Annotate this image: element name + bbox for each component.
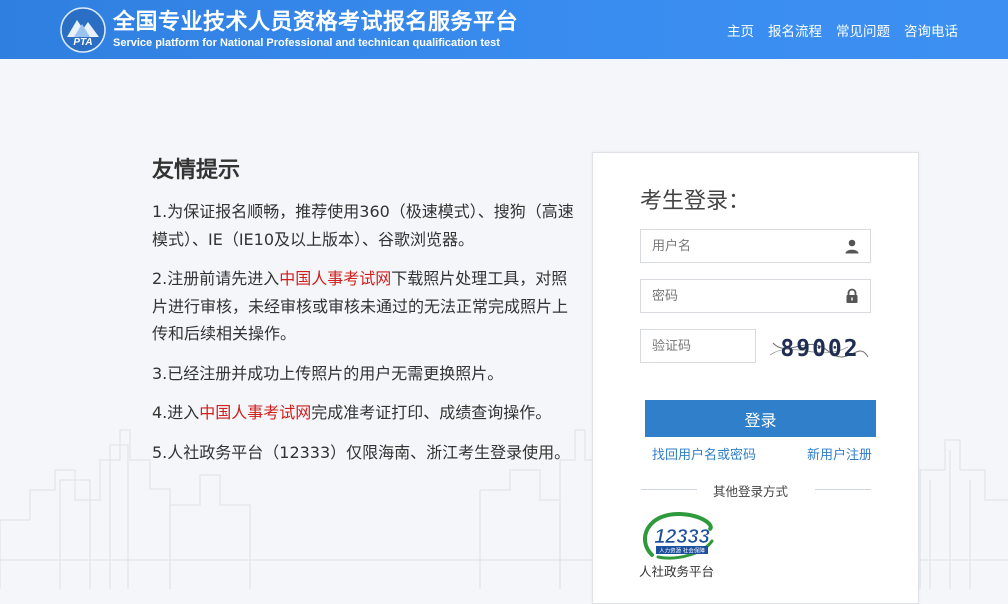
tip-item-2: 2.注册前请先进入中国人事考试网下载照片处理工具，对照片进行审核，未经审核或审核… xyxy=(152,265,576,348)
logo-text: PTA xyxy=(73,37,92,48)
password-field xyxy=(640,279,871,313)
tip-text: 1.为保证报名顺畅，推荐使用360（极速模式）、搜狗（高速模式）、IE（IE10… xyxy=(152,202,574,249)
forgot-credentials-link[interactable]: 找回用户名或密码 xyxy=(652,444,756,463)
top-header-bar: PTA 全国专业技术人员资格考试报名服务平台 Service platform … xyxy=(0,0,1008,59)
tips-title: 友情提示 xyxy=(152,158,241,183)
nav-faq-link[interactable]: 常见问题 xyxy=(836,20,890,40)
tip-text: 5.人社政务平台（12333）仅限海南、浙江考生登录使用。 xyxy=(152,442,571,462)
login-button[interactable]: 登录 xyxy=(645,400,876,437)
divider-right xyxy=(815,489,871,490)
tip-item-1: 1.为保证报名顺畅，推荐使用360（极速模式）、搜狗（高速模式）、IE（IE10… xyxy=(152,198,576,253)
account-links: 找回用户名或密码 新用户注册 xyxy=(652,444,872,463)
nav-contact-phone-link[interactable]: 咨询电话 xyxy=(904,20,958,40)
captcha-field xyxy=(640,329,756,363)
other-login-label: 其他登录方式 xyxy=(713,484,789,499)
top-nav: 主页 报名流程 常见问题 咨询电话 xyxy=(727,20,958,40)
site-title: 全国专业技术人员资格考试报名服务平台 xyxy=(113,10,519,35)
site-subtitle: Service platform for National Profession… xyxy=(113,37,500,49)
login-title: 考生登录： xyxy=(640,189,751,214)
tip-item-5: 5.人社政务平台（12333）仅限海南、浙江考生登录使用。 xyxy=(152,439,576,467)
pta-logo-icon[interactable]: PTA xyxy=(60,7,106,53)
platform-number: 12333 xyxy=(654,526,710,548)
tip-item-4: 4.进入中国人事考试网完成准考证打印、成绩查询操作。 xyxy=(152,399,576,427)
register-link[interactable]: 新用户注册 xyxy=(807,444,872,463)
cpta-website-link[interactable]: 中国人事考试网 xyxy=(279,269,391,288)
tip-text: 2.注册前请先进入 xyxy=(152,269,280,288)
12333-platform-logo-icon[interactable]: 12333 人力资源 社会保障 xyxy=(638,509,718,561)
captcha-text: 89002 xyxy=(780,336,859,362)
candidate-login-panel: 考生登录： 89002 登录 找回用户名或密码 新用户注册 其他登录方式 123… xyxy=(592,152,919,604)
lock-icon xyxy=(846,288,858,303)
tip-item-3: 3.已经注册并成功上传照片的用户无需更换照片。 xyxy=(152,360,576,388)
tip-text: 4.进入 xyxy=(152,403,200,422)
divider-left xyxy=(641,489,697,490)
captcha-input[interactable] xyxy=(641,330,755,362)
username-input[interactable] xyxy=(641,230,870,262)
tip-text: 完成准考证打印、成绩查询操作。 xyxy=(311,403,552,422)
friendly-tips-panel: 友情提示 1.为保证报名顺畅，推荐使用360（极速模式）、搜狗（高速模式）、IE… xyxy=(152,152,576,478)
captcha-image[interactable]: 89002 xyxy=(768,329,873,365)
username-field xyxy=(640,229,871,263)
user-icon xyxy=(845,239,859,254)
tip-text: 3.已经注册并成功上传照片的用户无需更换照片。 xyxy=(152,363,504,383)
password-input[interactable] xyxy=(641,280,870,312)
platform-tag: 人力资源 社会保障 xyxy=(659,547,705,555)
nav-registration-process-link[interactable]: 报名流程 xyxy=(768,20,822,40)
nav-home-link[interactable]: 主页 xyxy=(727,20,754,40)
platform-label: 人社政务平台 xyxy=(639,564,715,579)
cpta-website-link[interactable]: 中国人事考试网 xyxy=(199,403,311,422)
